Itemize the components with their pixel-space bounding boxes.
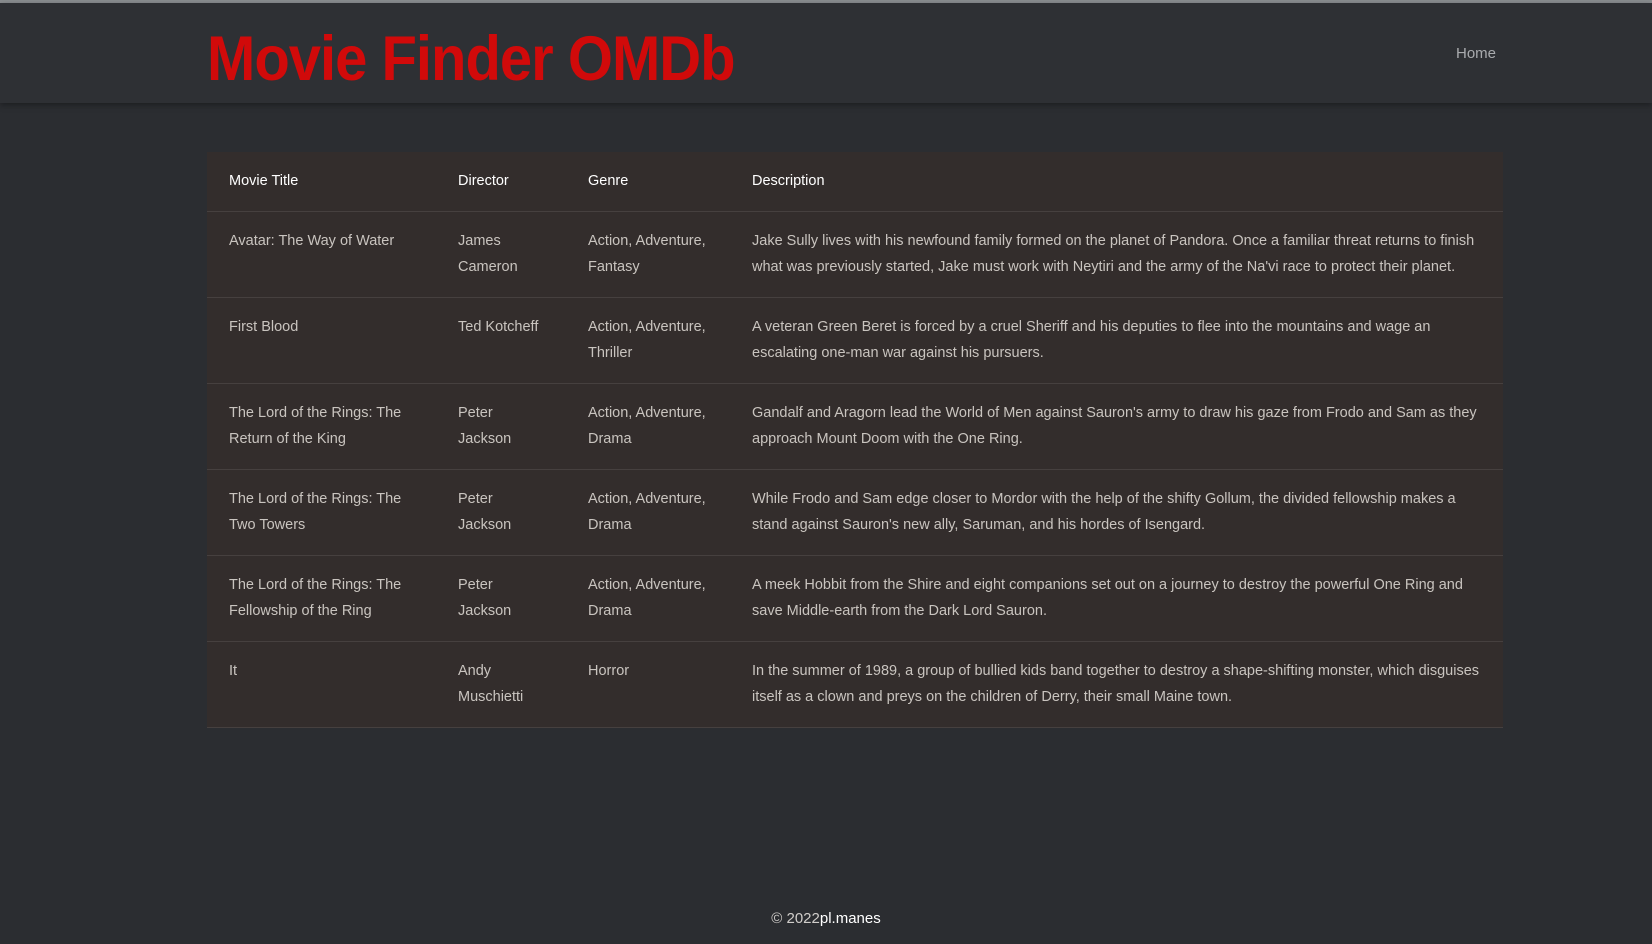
cell-description: In the summer of 1989, a group of bullie… xyxy=(730,641,1503,728)
cell-description: While Frodo and Sam edge closer to Mordo… xyxy=(730,469,1503,556)
movies-table: Movie Title Director Genre Description A… xyxy=(207,152,1503,728)
cell-genre: Action, Adventure, Drama xyxy=(566,469,730,556)
table-row: The Lord of the Rings: The Fellowship of… xyxy=(207,555,1503,642)
cell-director: James Cameron xyxy=(436,211,566,298)
cell-director: Peter Jackson xyxy=(436,555,566,642)
cell-description: A veteran Green Beret is forced by a cru… xyxy=(730,297,1503,384)
cell-director: Peter Jackson xyxy=(436,469,566,556)
table-row: Avatar: The Way of Water James Cameron A… xyxy=(207,211,1503,298)
footer-author: pl.manes xyxy=(819,910,881,927)
cell-genre: Action, Adventure, Thriller xyxy=(566,297,730,384)
cell-genre: Action, Adventure, Fantasy xyxy=(566,211,730,298)
footer-copyright: © 2022 xyxy=(771,910,820,927)
site-header: Movie Finder OMDb Home xyxy=(0,3,1652,103)
table-header-row: Movie Title Director Genre Description xyxy=(207,152,1503,212)
table-row: It Andy Muschietti Horror In the summer … xyxy=(207,641,1503,728)
cell-title: First Blood xyxy=(207,297,436,384)
nav-home-link[interactable]: Home xyxy=(1456,45,1496,62)
brand-logo[interactable]: Movie Finder OMDb xyxy=(207,23,736,95)
table-row: First Blood Ted Kotcheff Action, Adventu… xyxy=(207,297,1503,384)
cell-title: The Lord of the Rings: The Return of the… xyxy=(207,383,436,470)
movies-table-container: Movie Title Director Genre Description A… xyxy=(207,152,1503,728)
cell-title: It xyxy=(207,641,436,728)
column-header-genre: Genre xyxy=(566,152,730,212)
cell-genre: Action, Adventure, Drama xyxy=(566,383,730,470)
cell-director: Peter Jackson xyxy=(436,383,566,470)
column-header-description: Description xyxy=(730,152,1503,212)
cell-genre: Action, Adventure, Drama xyxy=(566,555,730,642)
table-row: The Lord of the Rings: The Return of the… xyxy=(207,383,1503,470)
cell-genre: Horror xyxy=(566,641,730,728)
cell-director: Andy Muschietti xyxy=(436,641,566,728)
cell-description: A meek Hobbit from the Shire and eight c… xyxy=(730,555,1503,642)
column-header-title: Movie Title xyxy=(207,152,436,212)
column-header-director: Director xyxy=(436,152,566,212)
table-row: The Lord of the Rings: The Two Towers Pe… xyxy=(207,469,1503,556)
cell-title: The Lord of the Rings: The Two Towers xyxy=(207,469,436,556)
cell-title: Avatar: The Way of Water xyxy=(207,211,436,298)
cell-description: Gandalf and Aragorn lead the World of Me… xyxy=(730,383,1503,470)
cell-title: The Lord of the Rings: The Fellowship of… xyxy=(207,555,436,642)
cell-description: Jake Sully lives with his newfound famil… xyxy=(730,211,1503,298)
site-footer: © 2022pl.manes xyxy=(0,910,1652,927)
cell-director: Ted Kotcheff xyxy=(436,297,566,384)
